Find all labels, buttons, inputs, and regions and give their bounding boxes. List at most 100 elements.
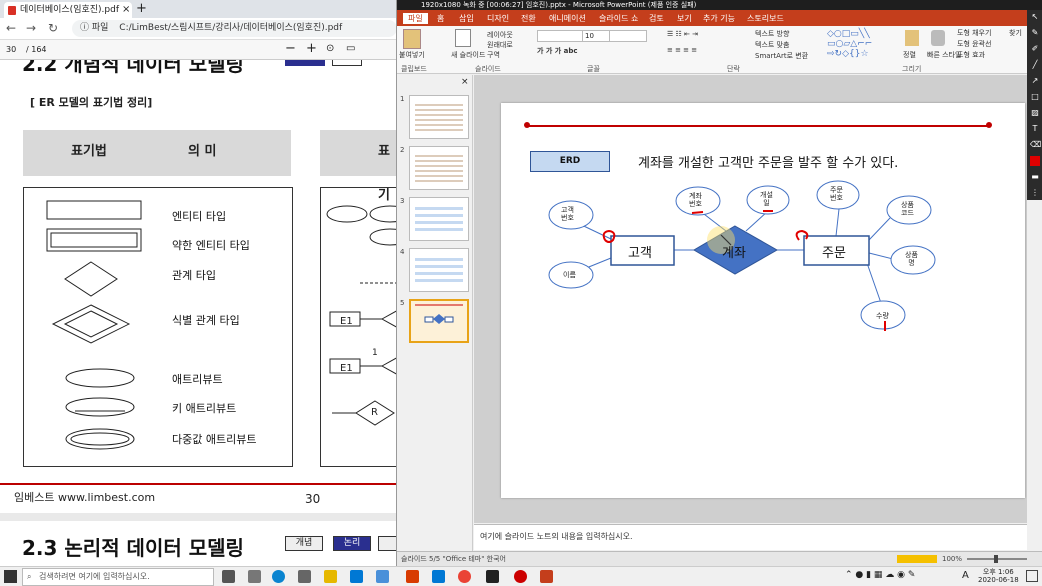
tab-review[interactable]: 검토: [649, 13, 664, 24]
align-icons[interactable]: ≡ ≡ ≡ ≡: [667, 46, 697, 54]
slide-editing-area: ERD 계좌를 개설한 고객만 주문을 발주 할 수가 있다. 고객 계좌 주문…: [474, 75, 1027, 523]
slide-canvas[interactable]: ERD 계좌를 개설한 고객만 주문을 발주 할 수가 있다. 고객 계좌 주문…: [501, 103, 1025, 498]
fill-icon[interactable]: ▨: [1030, 108, 1040, 118]
slide-thumbnail-5-selected[interactable]: [409, 299, 469, 343]
reload-icon[interactable]: ↻: [48, 21, 58, 35]
new-slide-icon[interactable]: [455, 29, 471, 47]
office-icon[interactable]: [406, 570, 419, 583]
attr-quantity-label[interactable]: 수량: [876, 311, 889, 321]
quick-styles-icon[interactable]: [931, 30, 945, 46]
tab-animations[interactable]: 애니메이션: [549, 13, 586, 24]
page-number-input[interactable]: 30: [6, 45, 16, 54]
paste-icon[interactable]: [403, 29, 421, 49]
zoom-slider-thumb[interactable]: [994, 555, 998, 563]
view-buttons[interactable]: [897, 555, 937, 563]
arrow-icon[interactable]: ↗: [1030, 76, 1040, 86]
font-size-select[interactable]: 10: [582, 30, 610, 42]
chrome-icon[interactable]: [458, 570, 471, 583]
tab-home[interactable]: 홈: [437, 13, 444, 24]
input-language[interactable]: A: [962, 570, 969, 581]
taskbar-search-input[interactable]: ⌕ 검색하려면 여기에 입력하십시오.: [22, 568, 214, 586]
attr-order-no-label[interactable]: 주문 번호: [830, 186, 843, 202]
tab-storyboard[interactable]: 스토리보드: [747, 13, 784, 24]
pointer-icon[interactable]: ↖: [1030, 12, 1040, 22]
start-icon[interactable]: [4, 570, 17, 583]
text-tool-icon[interactable]: T: [1030, 124, 1040, 134]
shape-outline-button[interactable]: 도형 윤곽선: [957, 39, 991, 49]
bold-button[interactable]: 가 가 가 abc: [537, 46, 578, 56]
onedrive-icon[interactable]: [432, 570, 445, 583]
marker-icon[interactable]: ✐: [1030, 44, 1040, 54]
recorder-icon[interactable]: [514, 570, 527, 583]
attr-product-name-label[interactable]: 상품 명: [905, 251, 918, 267]
list-icon[interactable]: ☰ ☷ ⇤ ⇥: [667, 30, 698, 38]
attr-customer-no-label[interactable]: 고객 번호: [561, 206, 574, 222]
tab-design[interactable]: 디자인: [487, 13, 509, 24]
slide-thumbnail-2[interactable]: [409, 146, 469, 190]
line-icon[interactable]: ╱: [1030, 60, 1040, 70]
attr-open-date-label[interactable]: 개설 일: [760, 191, 773, 207]
shape-effects-button[interactable]: 도형 효과: [957, 50, 985, 60]
browser-tab-pdf[interactable]: 데이터베이스(임호진).pdf ×: [4, 2, 132, 18]
color-red-swatch[interactable]: [1030, 156, 1040, 166]
text-direction-button[interactable]: 텍스트 방향: [755, 29, 789, 39]
task-view-icon[interactable]: [222, 570, 235, 583]
slide-thumbnail-3[interactable]: [409, 197, 469, 241]
find-button[interactable]: 찾기: [1009, 28, 1022, 38]
entity-customer-label[interactable]: 고객: [628, 242, 652, 261]
pen-icon[interactable]: ✎: [1030, 28, 1040, 38]
shape-fill-button[interactable]: 도형 채우기: [957, 28, 991, 38]
rect-icon[interactable]: □: [1030, 92, 1040, 102]
tab-close-icon[interactable]: ×: [122, 2, 130, 18]
layout-button[interactable]: 레이아웃: [487, 30, 513, 40]
tray-icons[interactable]: ⌃ ● ▮ ▦ ☁ ◉ ✎: [845, 570, 915, 580]
paste-label[interactable]: 붙여넣기: [399, 50, 425, 60]
forward-arrow-icon[interactable]: →: [26, 21, 36, 35]
tab-addins[interactable]: 추가 기능: [703, 13, 735, 24]
zoom-in-button[interactable]: +: [306, 41, 317, 56]
section-button[interactable]: 구역: [487, 50, 500, 60]
tab-slideshow[interactable]: 슬라이드 쇼: [599, 13, 638, 24]
reset-button[interactable]: 원래대로: [487, 40, 513, 50]
new-slide-label[interactable]: 새 슬라이드: [451, 50, 485, 60]
fit-page-icon[interactable]: ⊙: [326, 43, 334, 54]
tab-file[interactable]: 파일: [403, 13, 428, 24]
app-icon-2[interactable]: [376, 570, 389, 583]
arrange-icon[interactable]: [905, 30, 919, 46]
tab-transitions[interactable]: 전환: [521, 13, 536, 24]
attr-name-label[interactable]: 이름: [563, 270, 576, 280]
paragraph-controls[interactable]: ☰ ☷ ⇤ ⇥ ≡ ≡ ≡ ≡: [667, 30, 757, 58]
store-icon[interactable]: [486, 570, 499, 583]
relationship-label[interactable]: 계좌: [722, 242, 746, 261]
more-icon[interactable]: ⋮: [1030, 188, 1040, 198]
url-field[interactable]: ⓘ 파일 C:/LimBest/스림시프트/강리사/데이터베이스(임호진).pd…: [72, 20, 397, 37]
new-tab-button[interactable]: +: [136, 1, 147, 16]
tab-insert[interactable]: 삽입: [459, 13, 474, 24]
taskbar-clock[interactable]: 오후 1:06 2020-06-18: [978, 568, 1019, 584]
zoom-out-button[interactable]: −: [285, 41, 296, 56]
shapes-gallery[interactable]: ◇○□▭╲╲ ▭○▱△⌐⌐ ⇨↻◇{}☆: [827, 29, 897, 59]
zoom-level[interactable]: 100%: [942, 552, 962, 566]
slide-thumbnail-1[interactable]: [409, 95, 469, 139]
edge-icon[interactable]: [272, 570, 285, 583]
attr-product-code-label[interactable]: 상품 코드: [901, 201, 914, 217]
arrange-label[interactable]: 정렬: [903, 50, 916, 60]
text-align-button[interactable]: 텍스트 맞춤: [755, 40, 789, 50]
slide-thumbnail-4[interactable]: [409, 248, 469, 292]
smartart-button[interactable]: SmartArt로 변환: [755, 51, 808, 61]
app-icon[interactable]: [298, 570, 311, 583]
powerpoint-icon[interactable]: [540, 570, 553, 583]
page-view-icon[interactable]: ▭: [346, 43, 355, 54]
settings-icon[interactable]: [248, 570, 261, 583]
file-explorer-icon[interactable]: [324, 570, 337, 583]
attr-account-no-label[interactable]: 계좌 번호: [689, 192, 702, 208]
slide-notes-field[interactable]: 여기에 슬라이드 노트의 내용을 입력하십시오.: [474, 524, 1027, 550]
back-arrow-icon[interactable]: ←: [6, 21, 16, 35]
eraser-icon[interactable]: ⌫: [1030, 140, 1041, 150]
notification-icon[interactable]: [1026, 570, 1038, 582]
width-icon[interactable]: ▬: [1030, 172, 1040, 182]
mail-icon[interactable]: [350, 570, 363, 583]
close-pane-icon[interactable]: ×: [461, 77, 469, 87]
tab-view[interactable]: 보기: [677, 13, 692, 24]
entity-order-label[interactable]: 주문: [822, 242, 846, 261]
